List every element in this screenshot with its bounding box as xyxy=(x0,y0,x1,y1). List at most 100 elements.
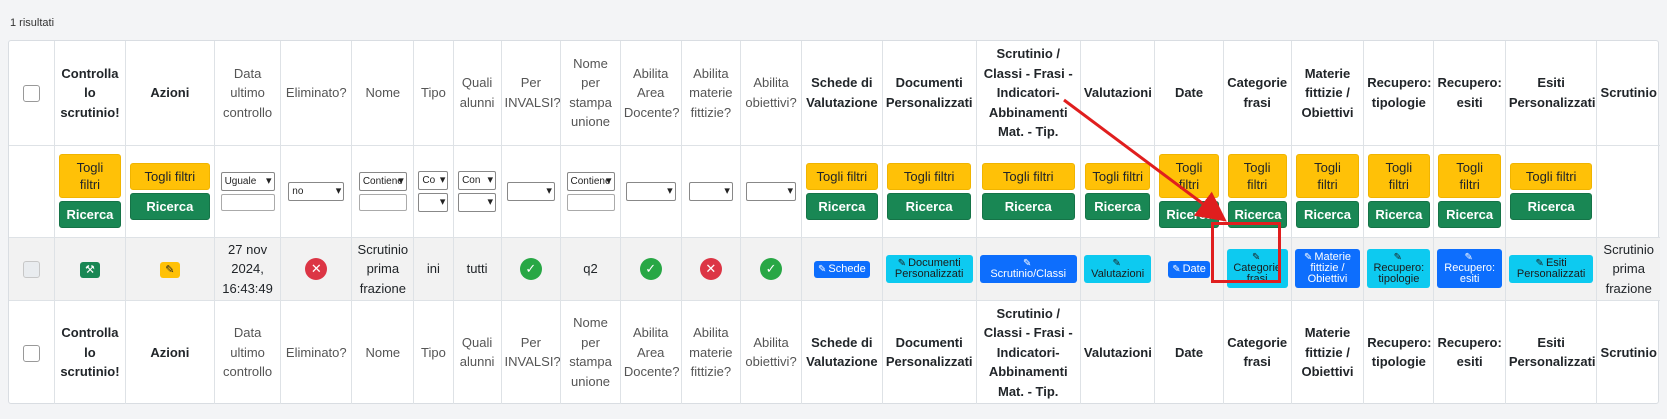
togli-filtri-button[interactable]: Togli filtri xyxy=(806,162,878,190)
data-operator-select[interactable]: Uguale xyxy=(220,171,275,191)
rec-tipologie-cell: ✎ Recupero: tipologie xyxy=(1363,236,1435,301)
filter-cell-invalsi xyxy=(500,144,562,238)
header-cell[interactable]: Nome per stampa unione xyxy=(560,41,621,146)
header-cell[interactable]: Per INVALSI? xyxy=(500,41,562,146)
ricerca-button[interactable]: Ricerca xyxy=(59,201,121,228)
materie-fittizie-obiettivi-button[interactable]: ✎ Materie fittizie / Obiettivi xyxy=(1294,249,1361,289)
header-cell[interactable]: Recupero: esiti xyxy=(1433,41,1506,146)
header-cell[interactable]: Materie fittizie / Obiettivi xyxy=(1290,41,1365,146)
filter-cell-materie: Togli filtri Ricerca xyxy=(1290,144,1365,238)
azioni-cell: ✎ xyxy=(124,236,216,301)
ricerca-button[interactable]: Ricerca xyxy=(1227,201,1287,228)
valutazioni-button[interactable]: ✎ Valutazioni xyxy=(1083,254,1152,283)
nome-filter-input[interactable] xyxy=(358,193,407,211)
esiti-personalizzati-button[interactable]: ✎ Esiti Personalizzati xyxy=(1508,254,1594,283)
recupero-esiti-button[interactable]: ✎ Recupero: esiti xyxy=(1437,249,1502,289)
obiettivi-select[interactable] xyxy=(746,181,797,201)
select-all-checkbox[interactable] xyxy=(23,85,41,103)
rec-tipologie-label: Recupero: tipologie xyxy=(1373,262,1425,286)
header-cell[interactable]: Abilita materie fittizie? xyxy=(680,41,742,146)
ricerca-button[interactable]: Ricerca xyxy=(806,192,878,220)
togli-filtri-button[interactable]: Togli filtri xyxy=(1085,162,1151,190)
categorie-frasi-button[interactable]: ✎ Categorie frasi xyxy=(1226,249,1288,289)
ricerca-button[interactable]: Ricerca xyxy=(1085,192,1151,220)
header-cell[interactable]: Documenti Personalizzati xyxy=(881,41,977,146)
header-cell[interactable]: Scrutinio / Classi - Frasi - Indicatori-… xyxy=(975,41,1081,146)
header-cell[interactable]: Abilita obiettivi? xyxy=(740,41,802,146)
stampa-filter-input[interactable] xyxy=(566,193,615,211)
quali-alunni-operator-select[interactable]: Con xyxy=(458,170,497,190)
togli-filtri-button[interactable]: Togli filtri xyxy=(1295,154,1360,198)
togli-filtri-button[interactable]: Togli filtri xyxy=(1510,162,1592,190)
rec-esiti-cell: ✎ Recupero: esiti xyxy=(1433,236,1506,301)
materie-fittizie-select[interactable] xyxy=(688,181,733,201)
tipo-operator-select[interactable]: Co xyxy=(418,170,449,190)
stampa-operator-select[interactable]: Contiene xyxy=(566,171,615,191)
categorie-cell: ✎ Categorie frasi xyxy=(1222,236,1292,301)
documenti-personalizzati-button[interactable]: ✎ Documenti Personalizzati xyxy=(885,254,973,283)
filter-cell-categorie: Togli filtri Ricerca xyxy=(1222,144,1292,238)
footer-header-cell: Materie fittizie / Obiettivi xyxy=(1290,300,1365,404)
togli-filtri-button[interactable]: Togli filtri xyxy=(1227,154,1287,198)
area-docente-cell: ✓ xyxy=(619,236,682,301)
quali-alunni-value-select[interactable] xyxy=(458,192,497,212)
footer-header-cell: Eliminato? xyxy=(280,300,353,404)
header-cell[interactable]: Quali alunni xyxy=(452,41,502,146)
header-cell[interactable]: Controlla lo scrutinio! xyxy=(54,41,126,146)
togli-filtri-button[interactable]: Togli filtri xyxy=(1438,154,1501,198)
togli-filtri-button[interactable]: Togli filtri xyxy=(887,162,971,190)
filter-cell-schede: Togli filtri Ricerca xyxy=(800,144,883,238)
ricerca-button[interactable]: Ricerca xyxy=(1295,201,1360,228)
stampa-unione-cell: q2 xyxy=(560,236,621,301)
header-cell[interactable]: Valutazioni xyxy=(1079,41,1156,146)
recupero-tipologie-button[interactable]: ✎ Recupero: tipologie xyxy=(1367,249,1431,289)
ricerca-button[interactable]: Ricerca xyxy=(887,192,971,220)
header-cell[interactable]: Scrutinio xyxy=(1596,41,1660,146)
wrench-icon[interactable]: ⚒ xyxy=(79,262,100,278)
invalsi-select[interactable] xyxy=(506,181,555,201)
filter-cell-eliminato: no xyxy=(280,144,353,238)
eliminato-select[interactable]: no xyxy=(288,181,345,201)
ricerca-button[interactable]: Ricerca xyxy=(130,192,210,220)
header-cell[interactable]: Data ultimo controllo xyxy=(214,41,282,146)
header-cell[interactable]: Recupero: tipologie xyxy=(1363,41,1435,146)
togli-filtri-button[interactable]: Togli filtri xyxy=(59,154,121,198)
categorie-label: Categorie frasi xyxy=(1233,262,1282,286)
header-cell[interactable]: Schede di Valutazione xyxy=(800,41,883,146)
data-filter-input[interactable] xyxy=(220,193,275,211)
ricerca-button[interactable]: Ricerca xyxy=(1510,192,1592,220)
header-select-all[interactable] xyxy=(9,41,56,146)
select-all-checkbox[interactable] xyxy=(23,344,41,362)
date-button[interactable]: ✎ Date xyxy=(1168,261,1210,279)
togli-filtri-button[interactable]: Togli filtri xyxy=(981,162,1075,190)
header-cell[interactable]: Eliminato? xyxy=(280,41,353,146)
header-cell[interactable]: Date xyxy=(1154,41,1224,146)
area-docente-select[interactable] xyxy=(625,181,676,201)
nome-operator-select[interactable]: Contiene xyxy=(358,171,407,191)
filter-cell-area-docente xyxy=(619,144,682,238)
ricerca-button[interactable]: Ricerca xyxy=(1368,201,1430,228)
footer-select-all[interactable] xyxy=(9,300,56,404)
edit-icon[interactable]: ✎ xyxy=(159,262,180,278)
scrutinio-classi-button[interactable]: ✎ Scrutinio/Classi xyxy=(979,254,1077,283)
footer-header-cell: Abilita materie fittizie? xyxy=(680,300,742,404)
togli-filtri-button[interactable]: Togli filtri xyxy=(130,162,210,190)
row-select-cell[interactable] xyxy=(9,236,56,301)
header-cell[interactable]: Esiti Personalizzati xyxy=(1504,41,1598,146)
filter-cell-nome: Contiene xyxy=(351,144,415,238)
ricerca-button[interactable]: Ricerca xyxy=(981,192,1075,220)
header-cell[interactable]: Categorie frasi xyxy=(1222,41,1292,146)
header-cell[interactable]: Tipo xyxy=(413,41,454,146)
header-cell[interactable]: Nome xyxy=(351,41,415,146)
header-cell[interactable]: Abilita Area Docente? xyxy=(619,41,682,146)
ricerca-button[interactable]: Ricerca xyxy=(1438,201,1501,228)
togli-filtri-button[interactable]: Togli filtri xyxy=(1159,154,1219,198)
row-checkbox[interactable] xyxy=(23,261,41,279)
tipo-value-select[interactable] xyxy=(418,192,449,212)
filter-cell-valutazioni: Togli filtri Ricerca xyxy=(1079,144,1156,238)
footer-header-cell: Data ultimo controllo xyxy=(214,300,282,404)
schede-button[interactable]: ✎ Schede xyxy=(813,261,870,279)
header-cell[interactable]: Azioni xyxy=(124,41,216,146)
ricerca-button[interactable]: Ricerca xyxy=(1159,201,1219,228)
togli-filtri-button[interactable]: Togli filtri xyxy=(1368,154,1430,198)
